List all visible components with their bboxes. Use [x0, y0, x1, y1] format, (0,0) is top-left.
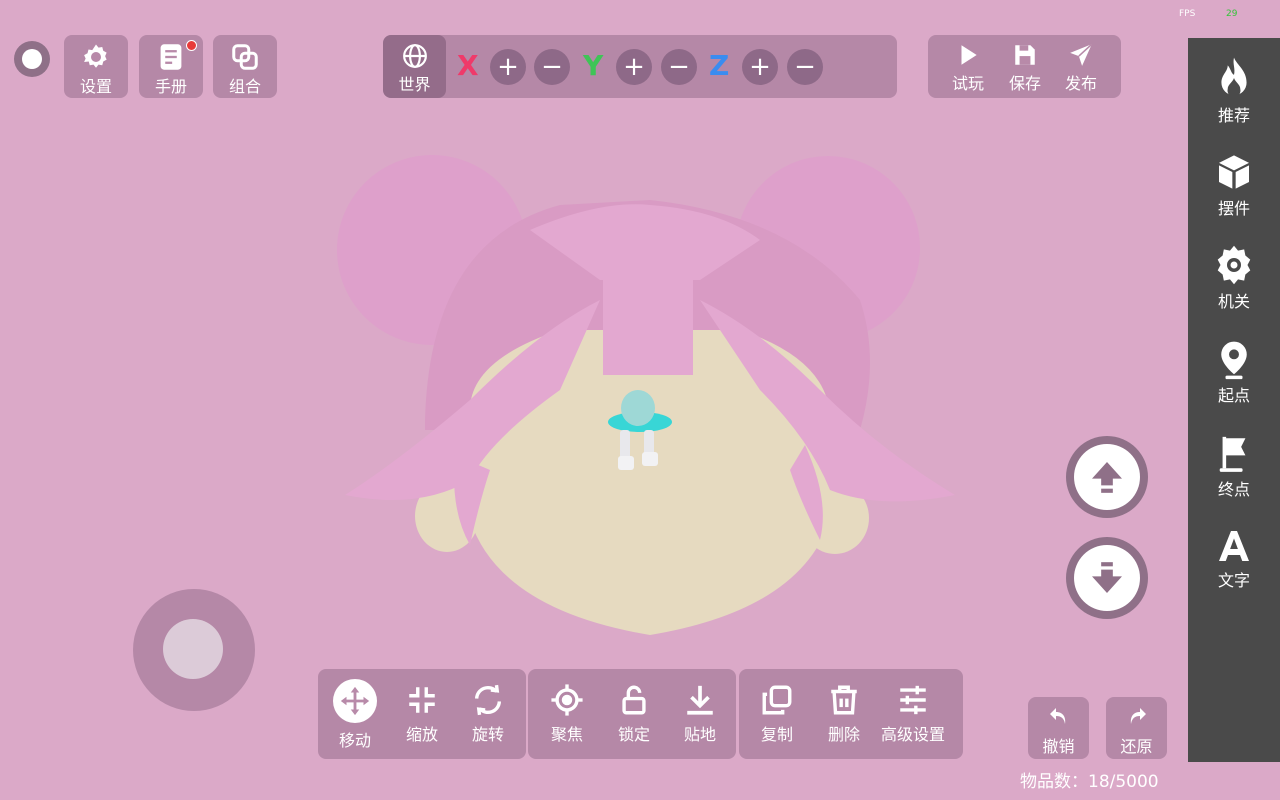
group-label: 组合 [228, 77, 261, 96]
lock-button[interactable]: 锁定 [602, 683, 666, 745]
notification-dot [186, 40, 197, 51]
save-button[interactable]: 保存 [997, 42, 1053, 94]
sidebar-label-decorations: 摆件 [1217, 199, 1250, 218]
cube-icon [1219, 155, 1249, 189]
z-minus-button[interactable]: − [787, 49, 823, 85]
focus-label: 聚焦 [550, 725, 583, 744]
world-space-button[interactable]: 世界 [383, 35, 446, 98]
scale-compress-icon [409, 687, 435, 713]
y-plus-button[interactable]: + [616, 49, 652, 85]
transform-tool-group: 移动 缩放 旋转 [318, 669, 526, 759]
arrow-down-icon [1092, 562, 1122, 593]
play-test-button[interactable]: 试玩 [940, 42, 996, 94]
sidebar-label-mechanisms: 机关 [1217, 292, 1250, 311]
item-count: 物品数：18/5000 [1020, 772, 1159, 792]
sidebar-item-decorations[interactable]: 摆件 [1188, 151, 1280, 219]
world-label: 世界 [398, 75, 431, 94]
movement-joystick[interactable] [133, 589, 255, 711]
play-label: 试玩 [951, 74, 984, 93]
letter-a-icon [1219, 531, 1249, 561]
location-pin-icon [1221, 341, 1247, 380]
arrow-up-icon [1092, 462, 1122, 493]
save-disk-icon [1015, 45, 1035, 65]
send-plane-icon [1070, 43, 1093, 66]
manual-button[interactable]: 手册 [139, 35, 203, 98]
edit-tool-group: 复制 删除 高级设置 [739, 669, 963, 759]
y-axis-label: Y [583, 49, 604, 82]
play-icon [961, 45, 977, 65]
copy-icon [762, 685, 792, 715]
fps-label: FPS [1179, 9, 1196, 19]
settings-label: 设置 [79, 77, 112, 96]
delete-label: 删除 [827, 725, 860, 744]
rotate-label: 旋转 [471, 725, 504, 744]
sidebar-label-start-point: 起点 [1217, 386, 1250, 405]
settings-gear-icon [84, 44, 107, 68]
flag-icon [1219, 436, 1246, 472]
sidebar-label-recommended: 推荐 [1217, 106, 1250, 125]
x-minus-button[interactable]: − [534, 49, 570, 85]
record-dot-icon [22, 49, 42, 69]
unlock-icon [622, 685, 646, 715]
z-axis-label: Z [709, 49, 730, 82]
group-button[interactable]: 组合 [213, 35, 277, 98]
rotate-tool-button[interactable]: 旋转 [456, 683, 520, 745]
save-label: 保存 [1008, 74, 1041, 93]
delete-button[interactable]: 删除 [812, 683, 876, 745]
sidebar-item-recommended[interactable]: 推荐 [1188, 56, 1280, 126]
sliders-icon [900, 685, 926, 715]
scale-label: 缩放 [405, 725, 438, 744]
gear-icon [1217, 245, 1251, 285]
fps-value: 29 [1226, 9, 1238, 19]
publish-bar: 试玩 保存 发布 [928, 35, 1121, 98]
publish-label: 发布 [1064, 74, 1097, 93]
undo-arrow-icon [1049, 708, 1065, 724]
move-down-button[interactable] [1066, 537, 1148, 619]
sidebar-item-mechanisms[interactable]: 机关 [1188, 244, 1280, 312]
ground-label: 贴地 [683, 725, 716, 744]
manual-label: 手册 [154, 77, 187, 96]
sidebar-label-text: 文字 [1217, 571, 1250, 590]
rotate-arrows-icon [474, 684, 502, 716]
position-tool-group: 聚焦 锁定 贴地 [528, 669, 736, 759]
globe-icon [402, 44, 427, 68]
x-plus-button[interactable]: + [490, 49, 526, 85]
move-arrows-icon [340, 686, 370, 716]
advanced-settings-button[interactable]: 高级设置 [879, 683, 947, 745]
sidebar-label-end-point: 终点 [1217, 480, 1250, 499]
publish-button[interactable]: 发布 [1053, 42, 1109, 94]
scale-tool-button[interactable]: 缩放 [390, 683, 454, 745]
record-button[interactable] [14, 41, 50, 77]
copy-button[interactable]: 复制 [745, 683, 809, 745]
group-squares-icon [232, 44, 258, 70]
crosshair-icon [551, 684, 583, 716]
undo-button[interactable]: 撤销 [1028, 697, 1089, 759]
copy-label: 复制 [760, 725, 793, 744]
move-label: 移动 [338, 731, 371, 750]
settings-button[interactable]: 设置 [64, 35, 128, 98]
flame-icon [1221, 57, 1247, 97]
axis-control-bar: 世界 X + − Y + − Z + − [383, 35, 897, 98]
snap-to-ground-button[interactable]: 贴地 [668, 683, 732, 745]
sidebar-item-start-point[interactable]: 起点 [1188, 340, 1280, 406]
joystick-knob[interactable] [163, 619, 223, 679]
z-plus-button[interactable]: + [742, 49, 778, 85]
y-minus-button[interactable]: − [661, 49, 697, 85]
redo-label: 还原 [1120, 737, 1153, 756]
move-tool-button[interactable]: 移动 [323, 679, 387, 751]
undo-label: 撤销 [1042, 737, 1075, 756]
advanced-label: 高级设置 [880, 725, 945, 744]
lock-label: 锁定 [617, 725, 650, 744]
sidebar-item-end-point[interactable]: 终点 [1188, 434, 1280, 500]
redo-arrow-icon [1130, 708, 1146, 724]
x-axis-label: X [457, 49, 479, 82]
download-ground-icon [687, 685, 713, 715]
manual-book-icon [160, 44, 182, 70]
sidebar-item-text[interactable]: 文字 [1188, 527, 1280, 591]
move-up-button[interactable] [1066, 436, 1148, 518]
redo-button[interactable]: 还原 [1106, 697, 1167, 759]
category-sidebar: 推荐 摆件 机关 起点 终点 文字 [1188, 38, 1280, 762]
trash-icon [831, 685, 857, 715]
focus-button[interactable]: 聚焦 [535, 683, 599, 745]
